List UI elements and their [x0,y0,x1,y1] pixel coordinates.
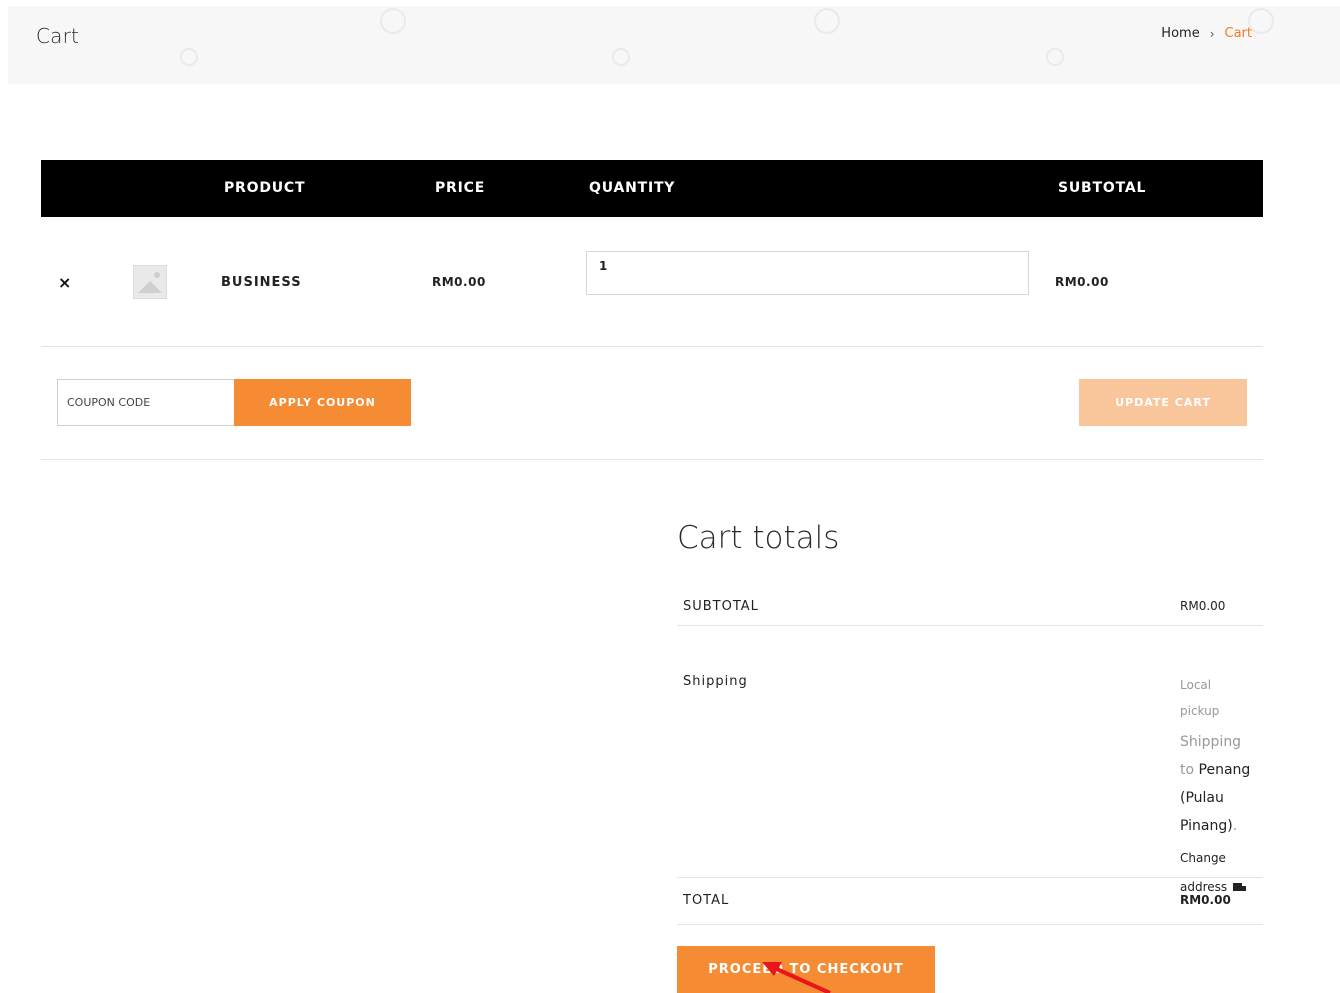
total-label: TOTAL [683,893,730,908]
totals-row-shipping: Shipping Local pickup Shipping to Penang… [677,626,1263,894]
update-cart-button[interactable]: UPDATE CART [1079,379,1247,426]
totals-row-total: TOTAL RM0.00 [677,878,1263,925]
cart-totals-table: SUBTOTAL RM0.00 Shipping Local pickup Sh… [677,590,1263,925]
change-address-line1: Change [1180,851,1226,865]
annotation-arrow-icon [762,962,831,993]
subtotal-label: SUBTOTAL [683,599,759,614]
shipping-dest-line2: (Pulau [1180,790,1224,806]
coupon-code-input[interactable] [57,379,235,426]
product-price: RM0.00 [432,275,486,289]
column-header-quantity: QUANTITY [589,180,676,196]
shipping-dest-line1: Penang [1198,762,1251,778]
breadcrumb-separator: › [1209,26,1215,41]
product-subtotal: RM0.00 [1055,275,1109,289]
page-title: Cart [36,24,80,48]
column-header-price: PRICE [435,180,486,196]
total-value: RM0.00 [1180,893,1231,907]
table-row: × BUSINESS RM0.00 RM0.00 [41,217,1263,347]
column-header-subtotal: SUBTOTAL [1058,180,1147,196]
shipping-to-prefix: to [1180,762,1195,778]
apply-coupon-button[interactable]: APPLY COUPON [234,379,411,426]
quantity-input[interactable] [586,251,1029,295]
decor-circle [1046,48,1064,66]
cart-table-header: PRODUCT PRICE QUANTITY SUBTOTAL [41,160,1263,217]
subtotal-value: RM0.00 [1180,599,1226,613]
product-name-link[interactable]: BUSINESS [221,275,302,290]
breadcrumb-home-link[interactable]: Home [1161,26,1199,41]
breadcrumb: Home › Cart [1161,26,1252,41]
shipping-to-line1: Shipping [1180,734,1242,750]
shipping-dest-suffix: . [1232,818,1238,834]
shipping-label: Shipping [683,674,748,689]
shipping-destination: Shipping to Penang (Pulau Pinang). [1180,728,1260,840]
page-header: Cart Home › Cart [8,6,1340,84]
shipping-method-line1: Local [1180,678,1212,692]
decor-circle [180,48,198,66]
decor-circle [814,8,840,34]
remove-item-icon[interactable]: × [58,273,71,292]
shipping-method-line2: pickup [1180,704,1220,718]
decor-circle [612,48,630,66]
cart-actions: APPLY COUPON UPDATE CART [41,347,1263,460]
column-header-product: PRODUCT [224,180,306,196]
breadcrumb-current: Cart [1224,26,1253,41]
cart-totals-title: Cart totals [677,520,840,556]
shipping-dest-line3: Pinang) [1180,818,1233,834]
decor-circle [380,8,406,34]
totals-row-subtotal: SUBTOTAL RM0.00 [677,590,1263,626]
shipping-details: Local pickup Shipping to Penang (Pulau P… [1180,672,1260,902]
product-thumbnail-placeholder-icon[interactable] [133,265,167,299]
